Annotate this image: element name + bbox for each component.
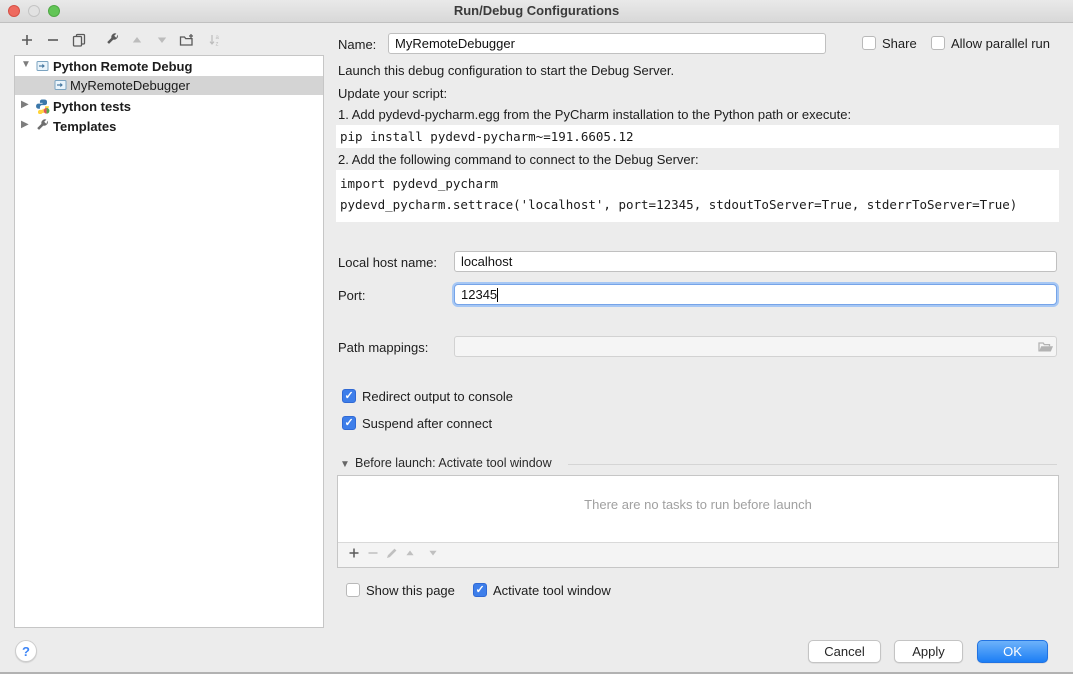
open-folder-icon [1037, 341, 1054, 358]
edit-task-button[interactable] [384, 547, 400, 563]
wrench-icon [105, 33, 119, 52]
activate-tool-window-checkbox[interactable] [473, 583, 487, 597]
show-this-page-label[interactable]: Show this page [366, 583, 455, 598]
tree-item-python-remote-debug[interactable]: ▼ Python Remote Debug [15, 57, 323, 76]
before-launch-task-list: There are no tasks to run before launch [337, 475, 1059, 568]
share-checkbox[interactable] [862, 36, 876, 50]
help-button[interactable]: ? [15, 640, 37, 662]
chevron-right-icon[interactable]: ▶ [21, 99, 29, 110]
remove-task-button[interactable] [365, 547, 381, 563]
instruction-intro: Launch this debug configuration to start… [338, 63, 674, 78]
instruction-update: Update your script: [338, 86, 447, 101]
copy-icon [72, 33, 86, 52]
titlebar: Run/Debug Configurations [0, 0, 1073, 23]
configurations-tree: ▼ Python Remote Debug MyRemoteDebugger ▶… [14, 55, 324, 628]
path-mappings-input[interactable] [454, 336, 1057, 357]
tree-item-label: MyRemoteDebugger [70, 78, 190, 93]
add-task-button[interactable] [346, 547, 362, 563]
redirect-output-checkbox[interactable] [342, 389, 356, 403]
minus-icon [46, 33, 60, 52]
remote-debug-icon [35, 59, 50, 76]
svg-text:a: a [216, 35, 220, 41]
name-input[interactable] [388, 33, 826, 54]
chevron-down-icon[interactable]: ▼ [340, 459, 350, 470]
settrace-code: import pydevd_pycharmpydevd_pycharm.sett… [336, 170, 1059, 222]
tree-item-myremotedebugger[interactable]: MyRemoteDebugger [15, 76, 323, 95]
port-input[interactable] [454, 284, 1057, 305]
new-folder-button[interactable] [177, 33, 195, 51]
minus-icon [367, 546, 379, 564]
arrow-up-icon [404, 546, 416, 564]
suspend-after-connect-checkbox[interactable] [342, 416, 356, 430]
task-list-toolbar [338, 542, 1058, 567]
sort-az-icon: az [208, 33, 222, 52]
code-line: import pydevd_pycharm [340, 173, 1055, 194]
path-mappings-label: Path mappings: [338, 340, 428, 355]
move-task-down-button[interactable] [425, 547, 441, 563]
add-configuration-button[interactable] [18, 33, 36, 51]
arrow-down-icon [155, 33, 169, 52]
chevron-right-icon[interactable]: ▶ [21, 119, 29, 130]
code-line: pydevd_pycharm.settrace('localhost', por… [340, 194, 1055, 215]
local-host-name-label: Local host name: [338, 255, 437, 270]
remote-debug-icon [53, 78, 68, 95]
cancel-button[interactable]: Cancel [808, 640, 881, 663]
tree-item-label: Templates [53, 119, 116, 134]
svg-text:z: z [216, 41, 219, 47]
sort-configurations-button[interactable]: az [206, 33, 224, 51]
chevron-down-icon[interactable]: ▼ [21, 59, 31, 70]
plus-icon [348, 546, 360, 564]
copy-configuration-button[interactable] [70, 33, 88, 51]
python-tests-icon [35, 99, 50, 117]
tree-item-label: Python Remote Debug [53, 59, 192, 74]
run-debug-configurations-dialog: Run/Debug Configurations az ▼ Python Rem… [0, 0, 1073, 674]
name-label: Name: [338, 37, 376, 52]
allow-parallel-run-checkbox[interactable] [931, 36, 945, 50]
move-down-button[interactable] [153, 33, 171, 51]
browse-path-mappings-button[interactable] [1037, 339, 1054, 354]
edit-configuration-button[interactable] [103, 33, 121, 51]
plus-icon [20, 33, 34, 52]
allow-parallel-run-label[interactable]: Allow parallel run [951, 36, 1050, 51]
local-host-name-input[interactable] [454, 251, 1057, 272]
empty-task-list-message: There are no tasks to run before launch [338, 497, 1058, 512]
window-title: Run/Debug Configurations [0, 3, 1073, 18]
arrow-down-icon [427, 546, 439, 564]
share-checkbox-label[interactable]: Share [882, 36, 917, 51]
show-this-page-checkbox[interactable] [346, 583, 360, 597]
activate-tool-window-label[interactable]: Activate tool window [493, 583, 611, 598]
suspend-after-connect-label[interactable]: Suspend after connect [362, 416, 492, 431]
before-launch-title[interactable]: Before launch: Activate tool window [355, 456, 552, 470]
instruction-step1: 1. Add pydevd-pycharm.egg from the PyCha… [338, 107, 851, 122]
pencil-icon [386, 546, 398, 564]
section-divider [568, 464, 1057, 465]
move-up-button[interactable] [128, 33, 146, 51]
port-label: Port: [338, 288, 365, 303]
tree-item-templates[interactable]: ▶ Templates [15, 117, 323, 136]
remove-configuration-button[interactable] [44, 33, 62, 51]
tree-item-python-tests[interactable]: ▶ Python tests [15, 97, 323, 116]
folder-plus-icon [179, 33, 194, 52]
wrench-icon [35, 119, 49, 136]
redirect-output-label[interactable]: Redirect output to console [362, 389, 513, 404]
arrow-up-icon [130, 33, 144, 52]
text-caret [497, 288, 498, 302]
ok-button[interactable]: OK [977, 640, 1048, 663]
pip-command-code: pip install pydevd-pycharm~=191.6605.12 [336, 125, 1059, 148]
tree-item-label: Python tests [53, 99, 131, 114]
instruction-step2: 2. Add the following command to connect … [338, 152, 699, 167]
apply-button[interactable]: Apply [894, 640, 963, 663]
move-task-up-button[interactable] [402, 547, 418, 563]
